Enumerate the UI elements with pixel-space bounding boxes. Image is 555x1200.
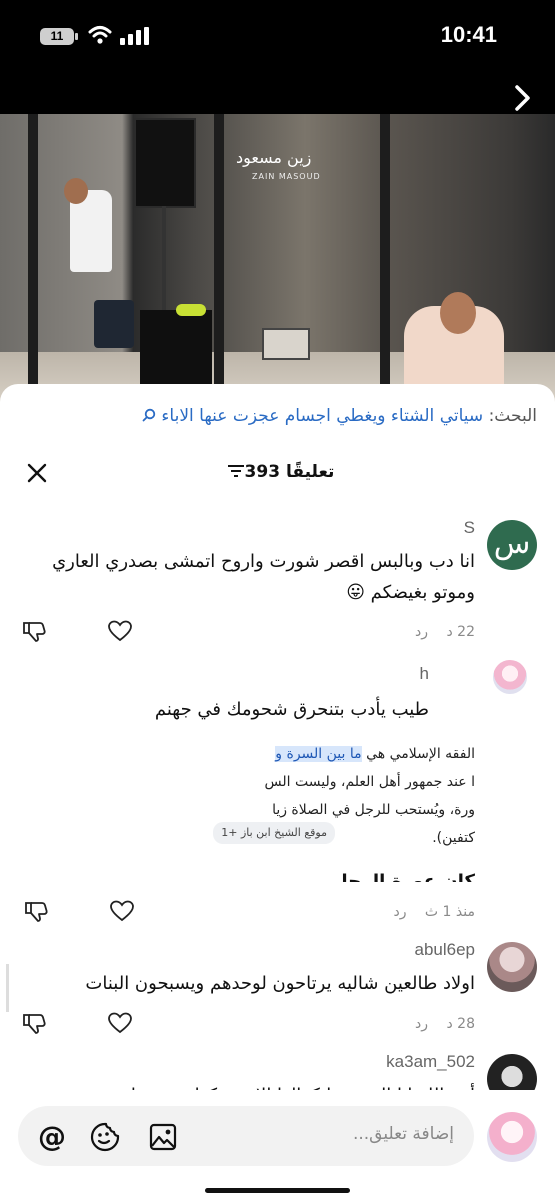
status-time: 10:41 (440, 22, 497, 47)
tennis-balls (176, 304, 206, 316)
search-suggestion[interactable]: البحث: سياتي الشتاء ويغطي اجسام عجزت عنه… (142, 406, 537, 426)
quote-text: كتفين). (432, 830, 475, 846)
wifi-icon (88, 26, 112, 44)
comment-time: منذ 1 ث (424, 904, 475, 920)
mention-icon[interactable]: @ (36, 1122, 68, 1152)
reply-button[interactable]: رد (415, 624, 428, 640)
comment-text-line: وموتو بغيضكم 😛 (346, 582, 475, 603)
comment-username[interactable]: abul6ep (414, 940, 475, 960)
window-frame (214, 114, 224, 404)
comment-meta: 28 د رد (415, 1016, 475, 1032)
heart-icon[interactable] (108, 1012, 132, 1034)
speaker-bottom (140, 310, 212, 386)
comments-sheet: البحث: سياتي الشتاء ويغطي اجسام عجزت عنه… (0, 384, 555, 1200)
reply-button[interactable]: رد (415, 1016, 428, 1032)
quote-line: ا عند جمهور أهل العلم، وليست الس (264, 774, 475, 790)
battery-indicator: 11 (40, 28, 78, 45)
status-bar: 11 10:41 (0, 0, 555, 78)
avatar-letter: س (493, 526, 531, 561)
person-right-head (440, 292, 476, 334)
comment-time: 22 د (446, 624, 475, 640)
speaker-stand (162, 206, 166, 316)
user-avatar[interactable] (487, 1112, 537, 1162)
speaker-top (134, 118, 196, 208)
source-chip[interactable]: موقع الشيخ ابن باز +1 (213, 822, 335, 844)
dislike-icon[interactable] (22, 1012, 46, 1034)
video-player[interactable]: زين مسعود ZAIN MASOUD (0, 114, 555, 404)
comment-input[interactable]: إضافة تعليق... @ (18, 1106, 474, 1166)
search-query[interactable]: سياتي الشتاء ويغطي اجسام عجزت عنها الابا… (161, 406, 483, 426)
dislike-icon[interactable] (22, 620, 46, 642)
dislike-icon[interactable] (24, 900, 48, 922)
comment-input-bar: إضافة تعليق... @ (0, 1090, 555, 1200)
comment-text: طيب يأدب بتنحرق شحومك في جهنم (154, 699, 429, 720)
avatar[interactable]: س (487, 520, 537, 570)
comment-text: انا دب وبالبس اقصر شورت واروح اتمشى بصدر… (15, 546, 475, 608)
comment-text: اولاد طالعين شاليه يرتاحون لوحدهم ويسبحو… (85, 973, 475, 994)
comment-time: 28 د (446, 1016, 475, 1032)
cellular-signal-icon (120, 27, 149, 45)
quoted-snippet[interactable]: الفقه الإسلامي هي ما بين السرة و ا عند ج… (145, 740, 475, 852)
avatar[interactable] (493, 660, 527, 694)
comment-username[interactable]: S (464, 518, 475, 538)
emoji-icon[interactable] (90, 1122, 120, 1152)
quote-text: الفقه الإسلامي هي (361, 746, 475, 762)
scroll-indicator (6, 964, 9, 1012)
comment-username[interactable]: h (420, 664, 429, 684)
person-left-shorts (94, 300, 134, 348)
comments-count-label: 393 تعليقًا (244, 462, 335, 482)
quote-heading: كان عورة الرجل (332, 872, 475, 882)
comment-meta: 22 د رد (415, 624, 475, 640)
amplifier (262, 328, 310, 360)
quote-highlight: ما بين السرة و (275, 746, 362, 762)
image-icon[interactable] (148, 1122, 178, 1152)
video-watermark: زين مسعود (236, 148, 312, 167)
quote-line: الفقه الإسلامي هي ما بين السرة و (145, 740, 475, 768)
comments-count: 393 تعليقًا (0, 462, 555, 482)
video-watermark-sub: ZAIN MASOUD (252, 172, 321, 181)
comment-text-line: انا دب وبالبس اقصر شورت واروح اتمشى بصدر… (52, 551, 475, 572)
chevron-right-icon[interactable] (513, 84, 533, 112)
search-label: البحث: (488, 406, 537, 426)
window-frame (380, 114, 390, 404)
heart-icon[interactable] (108, 620, 132, 642)
comment-meta: منذ 1 ث رد (393, 904, 475, 920)
home-indicator (205, 1188, 350, 1193)
comment-placeholder: إضافة تعليق... (352, 1124, 454, 1144)
comment-username[interactable]: ka3am_502 (386, 1052, 475, 1072)
quote-line: ورة، ويُستحب للرجل في الصلاة زيا (272, 802, 475, 818)
heart-icon[interactable] (110, 900, 134, 922)
filter-icon[interactable] (227, 464, 245, 478)
person-left-head (64, 178, 88, 204)
search-icon (142, 408, 156, 422)
reply-button[interactable]: رد (393, 904, 406, 920)
window-frame (28, 114, 38, 404)
avatar[interactable] (487, 942, 537, 992)
